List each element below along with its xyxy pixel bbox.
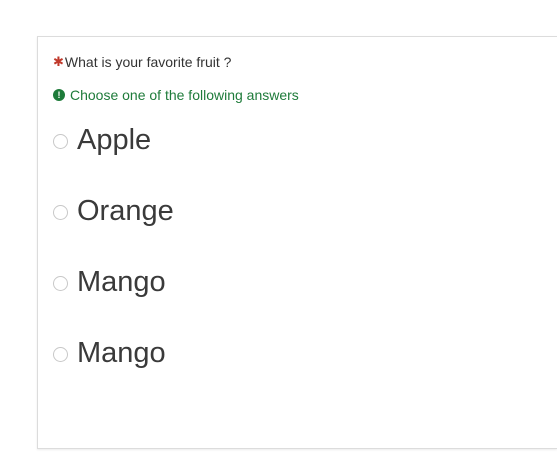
- answer-option-orange[interactable]: Orange: [53, 191, 174, 231]
- answer-option-mango-2[interactable]: Mango: [53, 333, 174, 373]
- radio-button[interactable]: [53, 275, 68, 291]
- question-help: ! Choose one of the following answers: [53, 86, 299, 104]
- answer-label[interactable]: Mango: [77, 333, 166, 373]
- answer-label[interactable]: Mango: [77, 262, 166, 302]
- radio-button[interactable]: [53, 204, 68, 220]
- answer-option-apple[interactable]: Apple: [53, 120, 174, 160]
- help-text: Choose one of the following answers: [70, 87, 299, 103]
- answer-list: Apple Orange Mango Mango: [53, 120, 174, 404]
- answer-option-mango[interactable]: Mango: [53, 262, 174, 302]
- question-header: ✱ What is your favorite fruit ?: [53, 53, 231, 71]
- exclamation-circle-icon: !: [53, 89, 65, 101]
- radio-button[interactable]: [53, 346, 68, 362]
- question-text: What is your favorite fruit ?: [64, 54, 232, 70]
- required-marker: ✱: [53, 54, 64, 69]
- question-card: ✱ What is your favorite fruit ? ! Choose…: [37, 36, 557, 449]
- answer-label[interactable]: Orange: [77, 191, 174, 231]
- radio-button[interactable]: [53, 133, 68, 149]
- answer-label[interactable]: Apple: [77, 120, 151, 160]
